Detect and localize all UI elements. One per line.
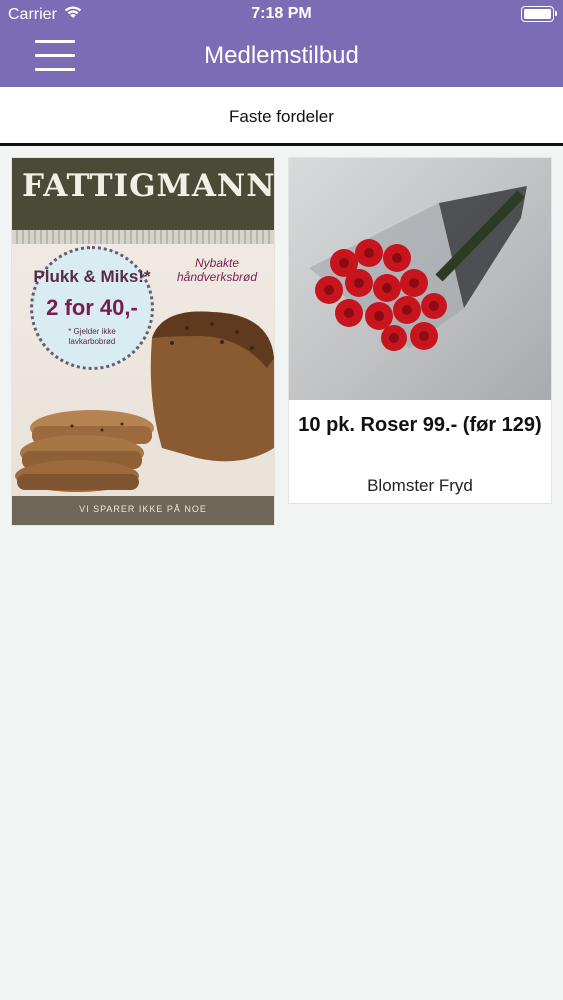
tab-faste-fordeler[interactable]: Faste fordeler bbox=[0, 107, 563, 127]
battery-icon bbox=[521, 6, 557, 22]
poster-stripe bbox=[12, 230, 274, 244]
fattigmann-bread-ad-image: FATTIGMANN Plukk & Miks!* 2 for 40,- * G… bbox=[12, 158, 274, 525]
offer-card-fattigmann[interactable]: FATTIGMANN Plukk & Miks!* 2 for 40,- * G… bbox=[11, 157, 275, 526]
tab-bar: Faste fordeler bbox=[0, 87, 563, 146]
poster-header: FATTIGMANN bbox=[12, 158, 274, 230]
store-name: Blomster Fryd bbox=[367, 476, 473, 495]
roses-illustration bbox=[309, 186, 527, 351]
poster-footer: VI SPARER IKKE PÅ NOE bbox=[12, 496, 274, 525]
offer-card-roses[interactable]: 10 pk. Roser 99.- (før 129) Blomster Fry… bbox=[288, 157, 552, 504]
header: Carrier 7:18 PM Medlemstilbud bbox=[0, 0, 563, 87]
offer-title: 10 pk. Roser 99.- (før 129) bbox=[298, 414, 542, 436]
brand-logo: FATTIGMANN bbox=[22, 168, 275, 204]
handwritten-note: Nybakte håndverksbrød bbox=[176, 256, 258, 284]
battery-tip bbox=[555, 11, 557, 16]
status-time: 7:18 PM bbox=[251, 5, 312, 22]
nav-bar: Medlemstilbud bbox=[0, 30, 563, 87]
page-title: Medlemstilbud bbox=[204, 42, 359, 69]
promo-headline: Plukk & Miks!* bbox=[33, 267, 151, 286]
red-roses-bouquet-image bbox=[289, 158, 551, 400]
battery-level bbox=[524, 9, 551, 19]
status-bar: Carrier 7:18 PM bbox=[0, 0, 563, 30]
bread-illustration bbox=[15, 311, 274, 492]
poster-slogan: VI SPARER IKKE PÅ NOE bbox=[79, 504, 207, 514]
